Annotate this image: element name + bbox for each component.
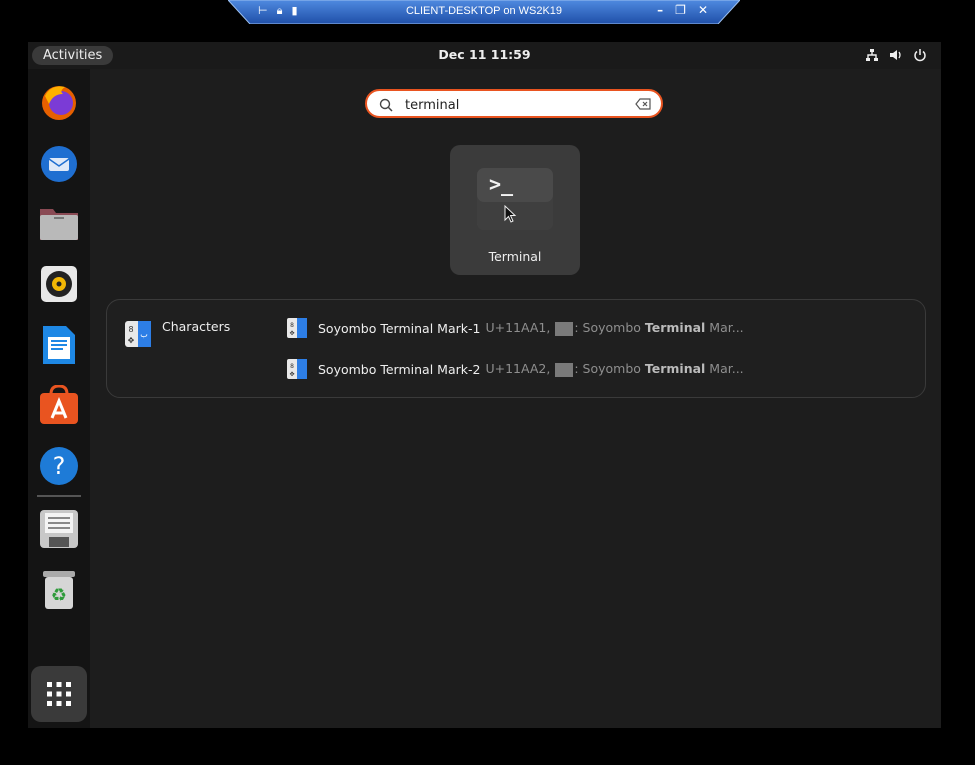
grid-icon bbox=[47, 682, 71, 706]
terminal-app-result[interactable]: >_ Terminal bbox=[450, 145, 580, 275]
help-icon: ? bbox=[40, 447, 78, 485]
clear-input-icon[interactable] bbox=[635, 98, 651, 110]
characters-provider-results: 8 ✥ ب Characters 8 ✥ Soyombo Terminal Ma… bbox=[106, 299, 926, 398]
character-desc-highlight: Terminal bbox=[644, 320, 706, 336]
character-code: U+11AA2, bbox=[485, 361, 551, 377]
desktop-screen: Activities Dec 11 11:59 ? ♻ terminal >_ … bbox=[28, 42, 941, 728]
character-desc-pre: : Soyombo bbox=[574, 320, 645, 336]
svg-text:✥: ✥ bbox=[289, 371, 294, 378]
speaker-icon bbox=[41, 266, 77, 302]
character-code: U+11AA1, bbox=[485, 320, 551, 336]
dock-thunderbird[interactable] bbox=[37, 141, 81, 185]
mouse-cursor-icon bbox=[504, 205, 517, 223]
provider-name: Characters bbox=[162, 319, 231, 334]
restore-icon[interactable]: ❐ bbox=[675, 3, 686, 17]
character-desc-highlight: Terminal bbox=[644, 361, 706, 377]
power-icon[interactable] bbox=[913, 47, 927, 62]
dock-help[interactable]: ? bbox=[37, 444, 81, 488]
character-name: Soyombo Terminal Mark-1 bbox=[318, 320, 481, 336]
thunderbird-icon bbox=[41, 146, 77, 182]
show-applications-button[interactable] bbox=[31, 666, 87, 722]
character-icon: 8 ✥ bbox=[287, 359, 307, 379]
dock-saved-drive[interactable] bbox=[37, 507, 81, 551]
top-bar: Activities Dec 11 11:59 bbox=[28, 42, 941, 69]
search-input[interactable] bbox=[403, 95, 627, 115]
svg-text:8: 8 bbox=[128, 325, 133, 334]
dock-rhythmbox[interactable] bbox=[37, 262, 81, 306]
dock-trash[interactable]: ♻ bbox=[37, 568, 81, 612]
svg-text:?: ? bbox=[53, 452, 66, 480]
dock-libreoffice-writer[interactable] bbox=[37, 323, 81, 367]
network-icon[interactable] bbox=[865, 47, 879, 61]
character-desc-post: Mar... bbox=[705, 320, 744, 336]
svg-text:8: 8 bbox=[290, 363, 294, 370]
character-result-2[interactable]: 8 ✥ Soyombo Terminal Mark-2 U+11AA2, : S… bbox=[287, 358, 744, 380]
minimize-icon[interactable]: – bbox=[657, 3, 663, 17]
dock-files[interactable] bbox=[37, 201, 81, 245]
writer-icon bbox=[43, 326, 75, 364]
svg-text:ب: ب bbox=[140, 330, 148, 339]
system-tray[interactable] bbox=[865, 47, 927, 62]
clock[interactable]: Dec 11 11:59 bbox=[28, 47, 941, 62]
character-description: U+11AA1, : Soyombo Terminal Mar... bbox=[485, 320, 744, 336]
character-icon: 8 ✥ bbox=[287, 318, 307, 338]
svg-text:✥: ✥ bbox=[289, 330, 294, 337]
dock-firefox[interactable] bbox=[37, 80, 81, 124]
search-box[interactable] bbox=[365, 89, 663, 118]
svg-text:8: 8 bbox=[290, 322, 294, 329]
dock: ? ♻ bbox=[28, 69, 90, 728]
character-desc-pre: : Soyombo bbox=[574, 361, 645, 377]
terminal-app-label: Terminal bbox=[488, 249, 542, 264]
character-description: U+11AA2, : Soyombo Terminal Mar... bbox=[485, 361, 744, 377]
character-desc-post: Mar... bbox=[705, 361, 744, 377]
folder-icon bbox=[40, 209, 78, 240]
svg-text:✥: ✥ bbox=[128, 336, 135, 345]
dock-separator bbox=[37, 495, 81, 497]
glyph-swatch bbox=[555, 321, 574, 336]
floppy-drive-icon bbox=[40, 510, 78, 548]
dock-ubuntu-software[interactable] bbox=[37, 383, 81, 427]
volume-icon[interactable] bbox=[889, 47, 903, 61]
close-icon[interactable]: ✕ bbox=[698, 3, 708, 17]
firefox-icon bbox=[42, 86, 76, 120]
terminal-prompt: >_ bbox=[489, 172, 514, 196]
trash-icon: ♻ bbox=[43, 571, 75, 609]
rdp-connection-bar[interactable]: ⊢ 🔒︎ ▮ CLIENT-DESKTOP on WS2K19 – ❐ ✕ bbox=[228, 0, 740, 24]
characters-app-icon[interactable]: 8 ✥ ب bbox=[124, 320, 152, 348]
search-icon bbox=[379, 98, 393, 112]
character-result-1[interactable]: 8 ✥ Soyombo Terminal Mark-1 U+11AA1, : S… bbox=[287, 317, 744, 339]
glyph-swatch bbox=[555, 362, 574, 377]
svg-text:♻: ♻ bbox=[51, 585, 67, 606]
character-name: Soyombo Terminal Mark-2 bbox=[318, 361, 481, 377]
software-store-icon bbox=[40, 385, 78, 424]
